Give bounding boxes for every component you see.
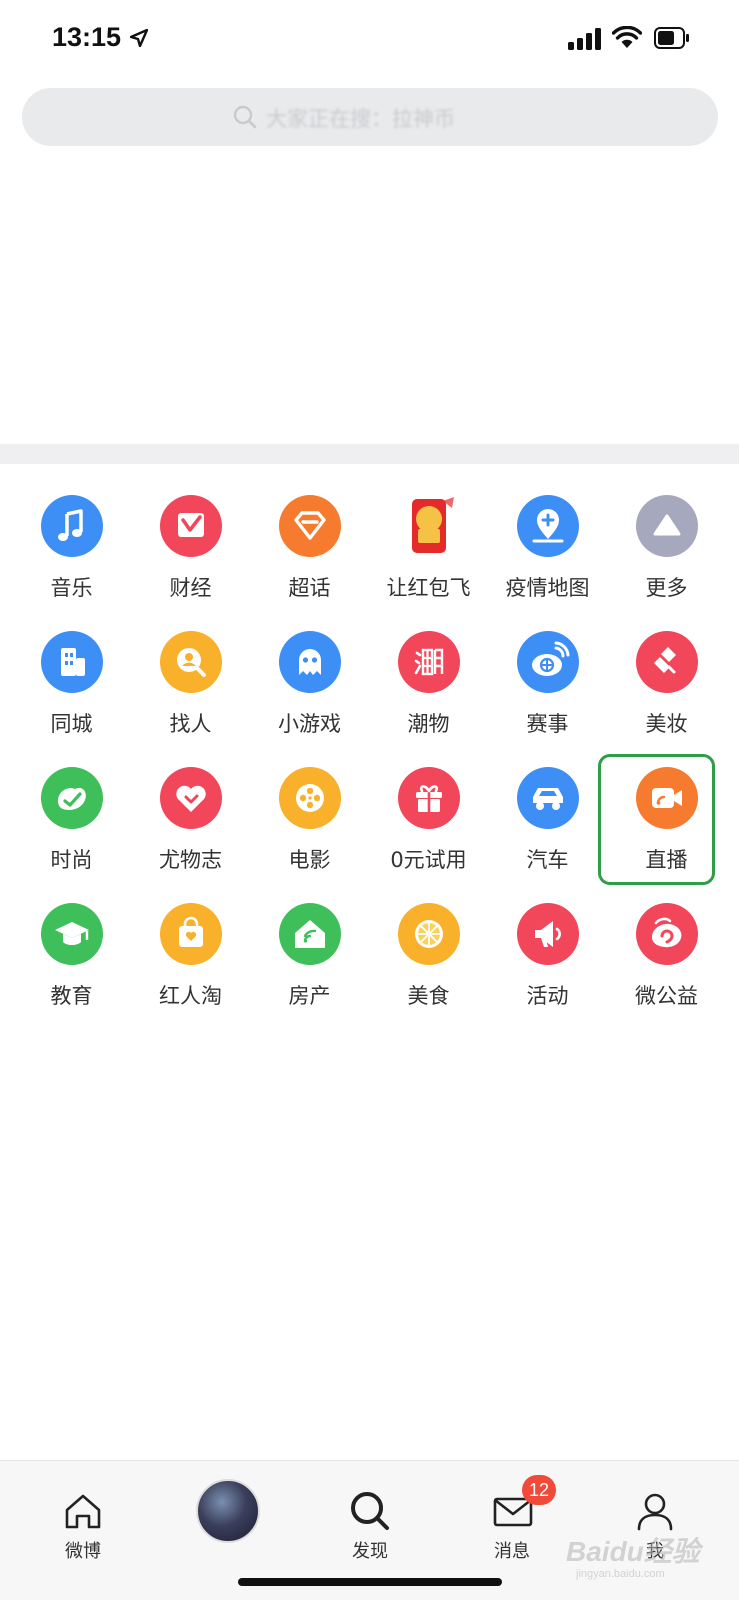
grid-label: 音乐 xyxy=(50,576,93,600)
grid-label: 同城 xyxy=(50,712,93,736)
watermark-url: jingyan.baidu.com xyxy=(576,1568,665,1580)
ghost-icon xyxy=(279,631,341,693)
tab-label: 发现 xyxy=(352,1541,388,1562)
grid-label: 尤物志 xyxy=(159,848,222,872)
wifi-icon xyxy=(612,26,642,48)
basketball-icon xyxy=(517,631,579,693)
status-bar: 13:15 xyxy=(0,0,739,80)
grid-label: 活动 xyxy=(526,984,569,1008)
grid-label: 电影 xyxy=(288,848,331,872)
charity-icon xyxy=(636,903,698,965)
grid-item-find-people[interactable]: 找人 xyxy=(131,600,250,736)
grid-item-education[interactable]: 教育 xyxy=(12,872,131,1008)
grid-item-food[interactable]: 美食 xyxy=(369,872,488,1008)
grid-item-mini-games[interactable]: 小游戏 xyxy=(250,600,369,736)
lemon-slice-icon xyxy=(398,903,460,965)
megaphone-icon xyxy=(517,903,579,965)
grid-item-same-city[interactable]: 同城 xyxy=(12,600,131,736)
tab-label: 消息 xyxy=(494,1541,530,1562)
diamond-icon xyxy=(279,495,341,557)
grid-label: 潮物 xyxy=(407,712,450,736)
tab-label: 微博 xyxy=(65,1541,101,1562)
grid-item-events[interactable]: 活动 xyxy=(488,872,607,1008)
shopping-bag-icon xyxy=(160,903,222,965)
car-icon xyxy=(517,767,579,829)
watermark: Baidu经验 jingyan.baidu.com xyxy=(566,1530,731,1580)
grid-item-free-trial[interactable]: 0元试用 xyxy=(369,736,488,872)
grid-label: 房产 xyxy=(288,984,331,1008)
grid-item-sports-events[interactable]: 赛事 xyxy=(488,600,607,736)
status-time: 13:15 xyxy=(52,22,122,52)
grid-item-red-envelope[interactable]: 让红包飞 xyxy=(369,464,488,600)
map-pin-icon xyxy=(517,495,579,557)
person-search-icon xyxy=(160,631,222,693)
search-placeholder: 大家正在搜：拉神币 xyxy=(266,107,455,131)
red-envelope-icon xyxy=(398,495,460,557)
finance-icon xyxy=(160,495,222,557)
tab-home[interactable]: 微博 xyxy=(23,1475,143,1575)
home-indicator[interactable] xyxy=(238,1578,502,1586)
building-icon xyxy=(41,631,103,693)
search-icon xyxy=(351,1492,389,1530)
grid-label: 更多 xyxy=(645,576,688,600)
screen: 13:15 大家正在搜：拉神币 音乐 财经 超话 让红包飞 疫情地图 更多 同城… xyxy=(0,0,739,1600)
grid-label: 小游戏 xyxy=(278,712,341,736)
home-icon xyxy=(65,1494,101,1529)
grid-item-trendy[interactable]: 潮物 xyxy=(369,600,488,736)
graduation-cap-icon xyxy=(41,903,103,965)
grid-label: 美食 xyxy=(407,984,450,1008)
highlight-box xyxy=(598,754,715,885)
film-reel-icon xyxy=(279,767,341,829)
grid-label: 汽车 xyxy=(526,848,569,872)
grid-item-influencer-shop[interactable]: 红人淘 xyxy=(131,872,250,1008)
tab-discover[interactable]: 发现 xyxy=(310,1475,430,1575)
location-arrow-icon xyxy=(130,29,148,47)
grid-label: 微公益 xyxy=(635,984,698,1008)
heart-icon xyxy=(160,767,222,829)
cellular-signal-icon xyxy=(568,28,601,50)
heart-leaf-icon xyxy=(41,767,103,829)
grid-item-movies[interactable]: 电影 xyxy=(250,736,369,872)
triangle-up-icon xyxy=(636,495,698,557)
banner-area xyxy=(0,150,739,440)
grid-label: 财经 xyxy=(169,576,212,600)
grid-label: 教育 xyxy=(50,984,93,1008)
house-icon xyxy=(279,903,341,965)
grid-label: 美妆 xyxy=(645,712,688,736)
unread-badge: 12 xyxy=(522,1475,556,1505)
search-input[interactable]: 大家正在搜：拉神币 xyxy=(22,88,718,146)
grid-label: 找人 xyxy=(169,712,212,736)
music-note-icon xyxy=(41,495,103,557)
grid-item-fashion[interactable]: 时尚 xyxy=(12,736,131,872)
lipstick-icon xyxy=(636,631,698,693)
grid-label: 超话 xyxy=(288,576,331,600)
grid-item-finance[interactable]: 财经 xyxy=(131,464,250,600)
gift-icon xyxy=(398,767,460,829)
chao-text-icon xyxy=(398,631,460,693)
person-icon xyxy=(637,1493,673,1531)
battery-icon xyxy=(654,27,689,49)
watermark-text: Baidu经验 xyxy=(566,1536,700,1567)
section-divider xyxy=(0,444,739,464)
grid-label: 0元试用 xyxy=(390,848,467,872)
grid-label: 时尚 xyxy=(50,848,93,872)
grid-item-beauty[interactable]: 美妆 xyxy=(607,600,726,736)
grid-item-super-topic[interactable]: 超话 xyxy=(250,464,369,600)
grid-item-epidemic-map[interactable]: 疫情地图 xyxy=(488,464,607,600)
grid-item-real-estate[interactable]: 房产 xyxy=(250,872,369,1008)
grid-item-cars[interactable]: 汽车 xyxy=(488,736,607,872)
grid-item-youwuzhi[interactable]: 尤物志 xyxy=(131,736,250,872)
avatar[interactable] xyxy=(196,1479,260,1543)
grid-label: 赛事 xyxy=(526,712,569,736)
grid-label: 让红包飞 xyxy=(386,576,471,600)
grid-item-more[interactable]: 更多 xyxy=(607,464,726,600)
grid-item-charity[interactable]: 微公益 xyxy=(607,872,726,1008)
grid-label: 红人淘 xyxy=(159,984,222,1008)
search-icon xyxy=(233,105,257,129)
grid-label: 疫情地图 xyxy=(505,576,590,600)
grid-item-music[interactable]: 音乐 xyxy=(12,464,131,600)
